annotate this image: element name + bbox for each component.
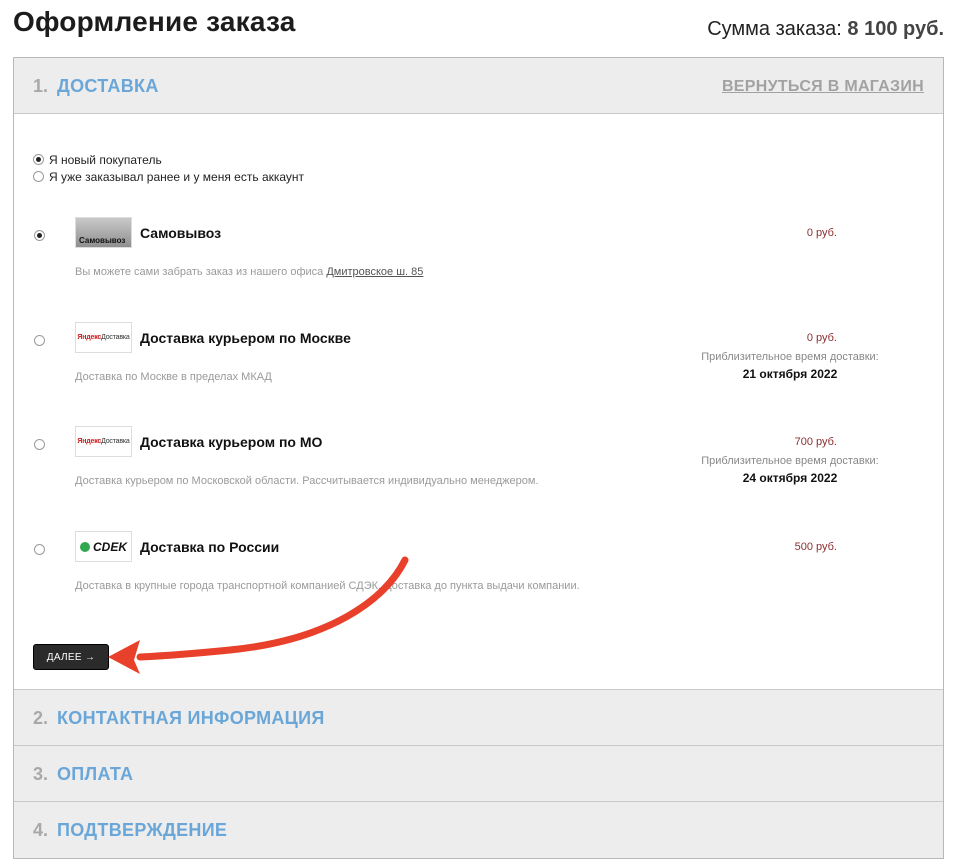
yandex-logo-prefix: Яндекс	[77, 334, 102, 341]
page-title: Оформление заказа	[13, 6, 296, 37]
delivery-option-courier-mo[interactable]: ЯндексДоставка Доставка курьером по МО 7…	[33, 426, 933, 516]
yandex-delivery-logo: ЯндексДоставка	[75, 426, 132, 457]
step-number: 2.	[33, 708, 49, 728]
delivery-description: Доставка по Москве в пределах МКАД	[75, 371, 272, 383]
delivery-name: Доставка курьером по Москве	[140, 330, 351, 346]
yandex-logo-prefix: Яндекс	[77, 438, 102, 445]
order-sum: Сумма заказа: 8 100 руб.	[707, 18, 944, 41]
customer-type-group: Я новый покупатель Я уже заказывал ранее…	[33, 151, 304, 185]
step-number: 4.	[33, 820, 49, 840]
radio-button[interactable]	[34, 439, 45, 450]
delivery-description-text: Вы можете сами забрать заказ из нашего о…	[75, 266, 324, 278]
back-to-shop-link[interactable]: ВЕРНУТЬСЯ В МАГАЗИН	[722, 78, 924, 96]
customer-type-label: Я уже заказывал ранее и у меня есть акка…	[49, 169, 305, 184]
delivery-name: Самовывоз	[140, 225, 222, 241]
customer-type-returning[interactable]: Я уже заказывал ранее и у меня есть акка…	[33, 168, 304, 185]
delivery-eta: Приблизительное время доставки: 24 октяб…	[680, 454, 900, 485]
customer-type-new[interactable]: Я новый покупатель	[33, 151, 304, 168]
step-title: ДОСТАВКА	[57, 76, 159, 96]
radio-button[interactable]	[34, 230, 45, 241]
eta-date: 24 октября 2022	[742, 471, 838, 485]
next-button[interactable]: ДАЛЕЕ →	[33, 644, 109, 670]
radio-button[interactable]	[34, 335, 45, 346]
order-sum-value: 8 100 руб.	[847, 18, 944, 40]
delivery-eta: Приблизительное время доставки: 21 октяб…	[680, 350, 900, 381]
step-title: ОПЛАТА	[57, 764, 134, 784]
delivery-description: Вы можете сами забрать заказ из нашего о…	[75, 266, 423, 278]
eta-label: Приблизительное время доставки:	[701, 455, 879, 467]
step-contact-header[interactable]: 2. КОНТАКТНАЯ ИНФОРМАЦИЯ	[14, 689, 943, 746]
step-confirmation-header[interactable]: 4. ПОДТВЕРЖДЕНИЕ	[14, 802, 943, 858]
step-number: 3.	[33, 764, 49, 784]
delivery-name: Доставка курьером по МО	[140, 434, 323, 450]
step-number: 1.	[33, 76, 49, 96]
delivery-description: Доставка курьером по Московской области.…	[75, 475, 539, 487]
pickup-logo: Самовывоз	[75, 217, 132, 248]
radio-button[interactable]	[33, 154, 44, 165]
yandex-logo-text: Доставка	[101, 438, 130, 445]
delivery-description: Доставка в крупные города транспортной к…	[75, 580, 580, 592]
eta-date: 21 октября 2022	[742, 367, 838, 381]
delivery-option-courier-moscow[interactable]: ЯндексДоставка Доставка курьером по Моск…	[33, 322, 933, 412]
order-sum-label: Сумма заказа:	[707, 18, 842, 40]
eta-label: Приблизительное время доставки:	[701, 351, 879, 363]
step-title: ПОДТВЕРЖДЕНИЕ	[57, 820, 228, 840]
office-address-link[interactable]: Дмитровское ш. 85	[326, 266, 423, 278]
delivery-price: 0 руб.	[806, 332, 837, 344]
pickup-logo-text: Самовывоз	[79, 236, 126, 245]
cdek-logo-text: CDEK	[92, 539, 127, 554]
step-payment-header[interactable]: 3. ОПЛАТА	[14, 746, 943, 802]
customer-type-label: Я новый покупатель	[49, 152, 162, 167]
cdek-logo: CDEK	[75, 531, 132, 562]
delivery-name: Доставка по России	[140, 539, 280, 555]
checkout-wizard: 1. ДОСТАВКА ВЕРНУТЬСЯ В МАГАЗИН Я новый …	[13, 57, 944, 859]
delivery-price: 700 руб.	[794, 436, 837, 448]
pickup-logo-image: Самовывоз	[76, 218, 131, 247]
cdek-circle-icon	[79, 541, 90, 552]
delivery-price: 500 руб.	[794, 541, 837, 553]
radio-button[interactable]	[33, 171, 44, 182]
yandex-delivery-logo: ЯндексДоставка	[75, 322, 132, 353]
step-title: КОНТАКТНАЯ ИНФОРМАЦИЯ	[57, 708, 325, 728]
step-delivery-header[interactable]: 1. ДОСТАВКА ВЕРНУТЬСЯ В МАГАЗИН	[14, 58, 943, 114]
radio-button[interactable]	[34, 544, 45, 555]
delivery-option-russia[interactable]: CDEK Доставка по России 500 руб. Доставк…	[33, 531, 933, 621]
delivery-price: 0 руб.	[806, 227, 837, 239]
delivery-option-pickup[interactable]: Самовывоз Самовывоз 0 руб. Вы можете сам…	[33, 217, 933, 307]
yandex-logo-text: Доставка	[101, 334, 130, 341]
